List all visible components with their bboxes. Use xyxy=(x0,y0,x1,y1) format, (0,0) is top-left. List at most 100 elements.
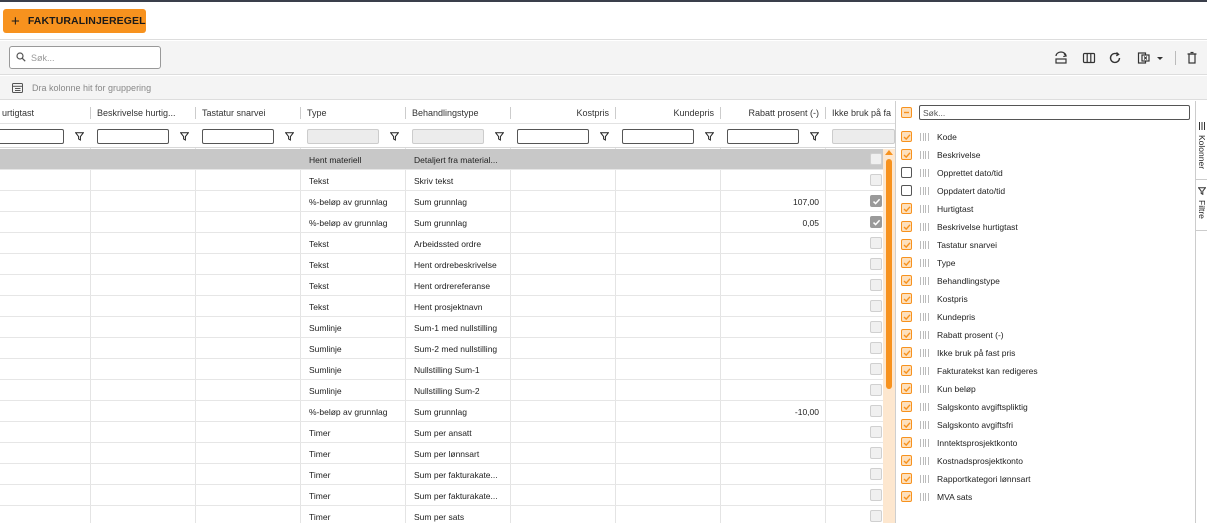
table-row[interactable]: Tekst Arbeidssted ordre xyxy=(0,233,895,254)
column-visibility-checkbox[interactable] xyxy=(901,239,912,250)
column-visibility-checkbox[interactable] xyxy=(901,131,912,142)
table-row[interactable]: Tekst Hent ordrebeskrivelse xyxy=(0,254,895,275)
column-chooser-item[interactable]: Opprettet dato/tid xyxy=(896,164,1196,182)
column-visibility-checkbox[interactable] xyxy=(901,401,912,412)
drag-handle-icon[interactable] xyxy=(920,151,929,159)
column-visibility-checkbox[interactable] xyxy=(901,311,912,322)
ikke-bruk-fast-pris-checkbox[interactable] xyxy=(870,237,882,249)
column-chooser-item[interactable]: Kode xyxy=(896,128,1196,146)
scrollbar-thumb[interactable] xyxy=(886,159,892,389)
column-visibility-checkbox[interactable] xyxy=(901,149,912,160)
column-header-kundepris[interactable]: Kundepris xyxy=(616,101,720,124)
filter-icon[interactable] xyxy=(179,131,189,141)
column-chooser-item[interactable]: Kun beløp xyxy=(896,380,1196,398)
drag-handle-icon[interactable] xyxy=(920,439,929,447)
drag-handle-icon[interactable] xyxy=(920,349,929,357)
ikke-bruk-fast-pris-checkbox[interactable] xyxy=(870,447,882,459)
ikke-bruk-fast-pris-checkbox[interactable] xyxy=(870,384,882,396)
column-header-beskrivelse-hurtigtast[interactable]: Beskrivelse hurtig... xyxy=(91,101,195,124)
column-chooser-item[interactable]: Fakturatekst kan redigeres xyxy=(896,362,1196,380)
table-row[interactable]: Sumlinje Sum-1 med nullstilling xyxy=(0,317,895,338)
column-chooser-item[interactable]: Rabatt prosent (-) xyxy=(896,326,1196,344)
search-input[interactable] xyxy=(31,52,151,63)
filter-input-kundepris[interactable] xyxy=(622,129,694,144)
column-visibility-checkbox[interactable] xyxy=(901,473,912,484)
column-search-box[interactable] xyxy=(919,105,1190,120)
refresh-icon[interactable] xyxy=(1107,50,1123,66)
column-chooser-item[interactable]: Type xyxy=(896,254,1196,272)
column-chooser-item[interactable]: Kostnadsprosjektkonto xyxy=(896,452,1196,470)
filter-input-type[interactable] xyxy=(307,129,379,144)
drag-handle-icon[interactable] xyxy=(920,133,929,141)
table-row[interactable]: Sumlinje Nullstilling Sum-2 xyxy=(0,380,895,401)
column-chooser-item[interactable]: Beskrivelse hurtigtast xyxy=(896,218,1196,236)
drag-handle-icon[interactable] xyxy=(920,367,929,375)
column-chooser-item[interactable]: Kostpris xyxy=(896,290,1196,308)
column-visibility-checkbox[interactable] xyxy=(901,257,912,268)
column-visibility-checkbox[interactable] xyxy=(901,365,912,376)
ikke-bruk-fast-pris-checkbox[interactable] xyxy=(870,153,882,165)
table-row[interactable]: Sumlinje Nullstilling Sum-1 xyxy=(0,359,895,380)
drag-handle-icon[interactable] xyxy=(920,295,929,303)
table-row[interactable]: %-beløp av grunnlag Sum grunnlag -10,00 xyxy=(0,401,895,422)
drag-handle-icon[interactable] xyxy=(920,475,929,483)
column-visibility-checkbox[interactable] xyxy=(901,383,912,394)
column-search-input[interactable] xyxy=(923,107,1183,118)
group-drop-zone[interactable]: Dra kolonne hit for gruppering xyxy=(0,76,1207,100)
column-chooser-item[interactable]: Kundepris xyxy=(896,308,1196,326)
filter-icon[interactable] xyxy=(74,131,84,141)
column-chooser-item[interactable]: Behandlingstype xyxy=(896,272,1196,290)
table-row[interactable]: Timer Sum per lønnsart xyxy=(0,443,895,464)
filter-input-ikke-bruk-fast-pris[interactable] xyxy=(832,129,895,144)
drag-handle-icon[interactable] xyxy=(920,277,929,285)
drag-handle-icon[interactable] xyxy=(920,457,929,465)
filter-input-hurtigtast[interactable] xyxy=(0,129,64,144)
column-chooser-item[interactable]: Salgskonto avgiftspliktig xyxy=(896,398,1196,416)
ikke-bruk-fast-pris-checkbox[interactable] xyxy=(870,195,882,207)
table-row[interactable]: Timer Sum per fakturakate... xyxy=(0,485,895,506)
column-visibility-checkbox[interactable] xyxy=(901,275,912,286)
column-chooser-item[interactable]: Tastatur snarvei xyxy=(896,236,1196,254)
column-visibility-checkbox[interactable] xyxy=(901,347,912,358)
drag-handle-icon[interactable] xyxy=(920,241,929,249)
drag-handle-icon[interactable] xyxy=(920,187,929,195)
export-excel-icon[interactable] xyxy=(1137,50,1167,66)
grid-vertical-scrollbar[interactable] xyxy=(883,149,895,523)
search-box[interactable] xyxy=(9,46,161,69)
column-header-rabatt-prosent[interactable]: Rabatt prosent (-) xyxy=(721,101,825,124)
table-row[interactable]: %-beløp av grunnlag Sum grunnlag 107,00 xyxy=(0,191,895,212)
filter-icon[interactable] xyxy=(704,131,714,141)
drag-handle-icon[interactable] xyxy=(920,421,929,429)
column-visibility-checkbox[interactable] xyxy=(901,185,912,196)
column-header-kostpris[interactable]: Kostpris xyxy=(511,101,615,124)
column-chooser-item[interactable]: Hurtigtast xyxy=(896,200,1196,218)
ikke-bruk-fast-pris-checkbox[interactable] xyxy=(870,342,882,354)
drag-handle-icon[interactable] xyxy=(920,169,929,177)
column-visibility-checkbox[interactable] xyxy=(901,221,912,232)
ikke-bruk-fast-pris-checkbox[interactable] xyxy=(870,300,882,312)
column-chooser-item[interactable]: Beskrivelse xyxy=(896,146,1196,164)
ikke-bruk-fast-pris-checkbox[interactable] xyxy=(870,363,882,375)
column-visibility-checkbox[interactable] xyxy=(901,419,912,430)
filter-icon[interactable] xyxy=(809,131,819,141)
table-row[interactable]: Tekst Hent ordrereferanse xyxy=(0,275,895,296)
column-chooser-item[interactable]: MVA sats xyxy=(896,488,1196,506)
filter-icon[interactable] xyxy=(389,131,399,141)
tab-columns[interactable]: Kolonner xyxy=(1196,118,1207,180)
drag-handle-icon[interactable] xyxy=(920,223,929,231)
column-visibility-checkbox[interactable] xyxy=(901,293,912,304)
drag-handle-icon[interactable] xyxy=(920,313,929,321)
drag-handle-icon[interactable] xyxy=(920,331,929,339)
ikke-bruk-fast-pris-checkbox[interactable] xyxy=(870,405,882,417)
column-chooser-item[interactable]: Rapportkategori lønnsart xyxy=(896,470,1196,488)
column-visibility-checkbox[interactable] xyxy=(901,455,912,466)
ikke-bruk-fast-pris-checkbox[interactable] xyxy=(870,489,882,501)
filter-input-behandlingstype[interactable] xyxy=(412,129,484,144)
drag-handle-icon[interactable] xyxy=(920,259,929,267)
filter-icon[interactable] xyxy=(284,131,294,141)
column-chooser-item[interactable]: Salgskonto avgiftsfri xyxy=(896,416,1196,434)
select-all-columns-checkbox[interactable] xyxy=(901,107,912,118)
delete-icon[interactable] xyxy=(1184,50,1200,66)
drag-handle-icon[interactable] xyxy=(920,205,929,213)
column-header-tastatur-snarvei[interactable]: Tastatur snarvei xyxy=(196,101,300,124)
